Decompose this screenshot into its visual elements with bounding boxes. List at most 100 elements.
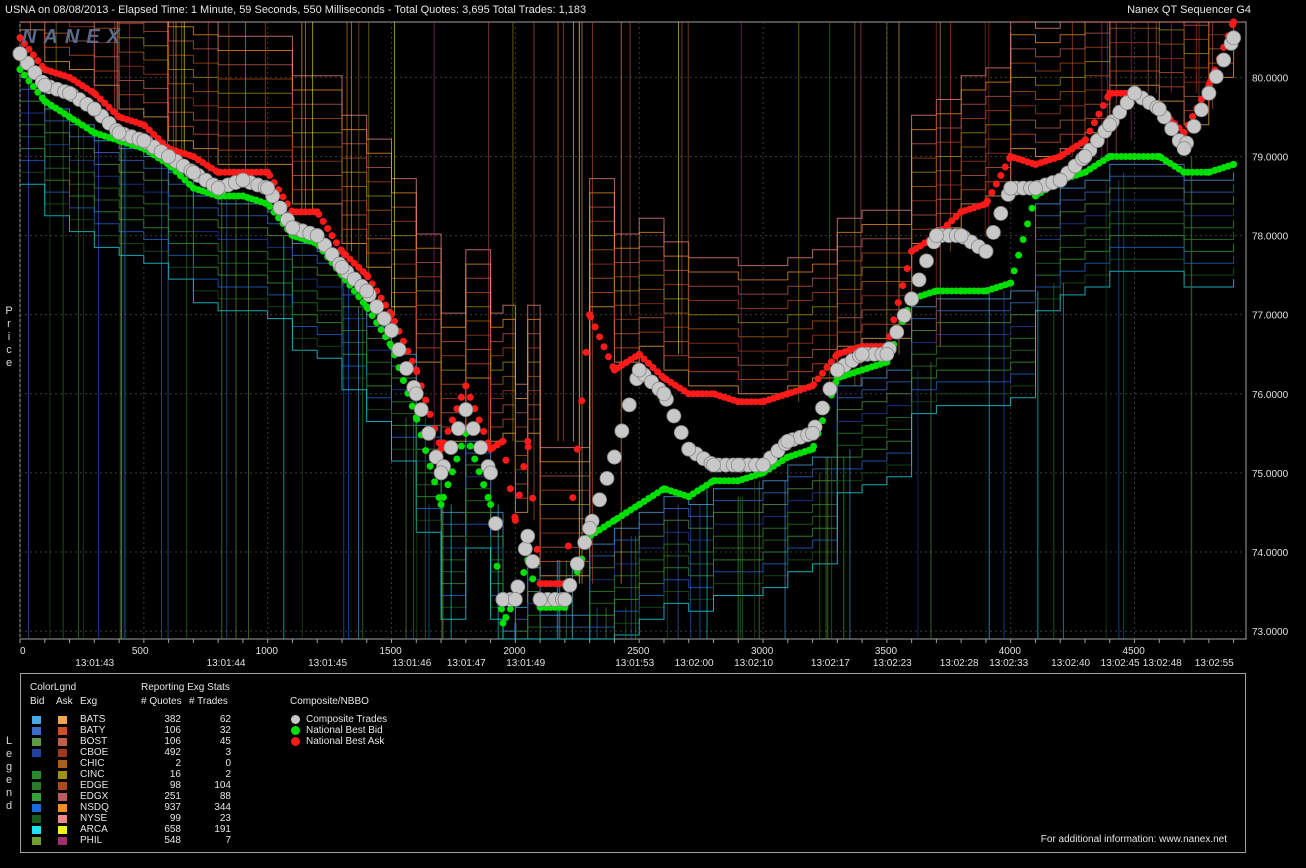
nanex-logo: NANEX (22, 26, 128, 48)
bid-point (809, 445, 817, 453)
series-marker (919, 253, 934, 269)
ask-point (90, 89, 98, 97)
series-marker (369, 299, 385, 315)
series-marker (578, 397, 586, 405)
bid-point (610, 516, 618, 524)
y-tick-label: 74.0000 (1252, 548, 1289, 559)
time-label: 13:02:23 (873, 658, 912, 669)
bid-point (66, 113, 74, 121)
trades-count: 23 (219, 813, 231, 824)
trade-point (730, 457, 746, 473)
exchange-name: BOST (80, 736, 108, 747)
trade-point (495, 592, 511, 607)
time-label: 13:02:33 (989, 658, 1028, 669)
bid-point (1230, 160, 1238, 168)
series-marker (328, 232, 336, 240)
ask-point (1081, 137, 1089, 145)
x-tick-label: 500 (132, 646, 149, 657)
exg-header: Exg (80, 696, 98, 707)
trade-point (532, 592, 548, 607)
series-marker (333, 239, 341, 247)
series-marker (431, 478, 439, 486)
quotes-count: 2 (175, 758, 181, 769)
ask-point (610, 366, 618, 374)
time-label: 13:01:43 (75, 658, 114, 669)
y-tick-label: 73.0000 (1252, 627, 1289, 638)
trade-point (879, 346, 895, 362)
bid-swatch (32, 815, 41, 823)
bid-point (660, 485, 668, 493)
series-marker (529, 575, 537, 583)
bid-point (41, 97, 49, 105)
trade-point (185, 164, 201, 180)
ask-point (264, 168, 272, 176)
series-marker (440, 493, 448, 501)
trade-point (780, 433, 796, 449)
series-marker (480, 427, 488, 435)
bid-swatch (32, 793, 41, 801)
series-marker (823, 364, 831, 372)
trade-point (557, 592, 573, 607)
quotes-count: 251 (164, 791, 181, 802)
series-marker (493, 562, 501, 570)
trades-count: 3 (225, 747, 231, 758)
bid-swatch (32, 727, 41, 735)
price-chart: 73.0000 74.0000 75.0000 76.0000 77.0000 78.00… (12, 18, 1289, 669)
series-marker (466, 442, 474, 450)
series-marker (890, 316, 898, 324)
series-marker (997, 171, 1005, 179)
quotes-count: 382 (164, 714, 181, 725)
trade-point (656, 386, 672, 402)
trade-point (929, 228, 944, 243)
ask-point (1007, 152, 1015, 160)
series-marker (1024, 220, 1032, 228)
series-marker (426, 462, 434, 470)
series-marker (1010, 267, 1018, 275)
series-marker (502, 456, 510, 464)
ask-point (908, 247, 916, 255)
trades-count: 0 (225, 758, 231, 769)
series-marker (484, 493, 492, 501)
series-marker (894, 299, 902, 307)
ask-swatch (58, 771, 67, 779)
trade-point (755, 457, 771, 473)
bid-swatch (32, 738, 41, 746)
trade-point (384, 323, 399, 338)
bid-point (1081, 168, 1089, 176)
trade-point (1052, 172, 1068, 188)
bid-point (982, 287, 990, 295)
series-marker (896, 308, 912, 323)
series-marker (20, 71, 28, 79)
ask-point (487, 445, 495, 453)
series-marker (473, 440, 489, 455)
series-marker (515, 491, 523, 499)
series-marker (457, 393, 465, 401)
trades-count: 88 (219, 791, 231, 802)
trade-point (359, 283, 375, 299)
trades-count: 45 (219, 736, 231, 747)
ask-swatch (58, 826, 67, 834)
series-marker (1001, 163, 1009, 171)
ask-point (957, 208, 965, 216)
trade-point (458, 402, 474, 418)
bid-swatch (32, 771, 41, 779)
trade-point (1102, 117, 1118, 133)
trade-point (1176, 141, 1192, 156)
ask-swatch (58, 716, 67, 724)
legend-side-label: Legend (5, 735, 13, 812)
series-marker (1216, 52, 1232, 68)
series-marker (457, 442, 465, 450)
series-marker (319, 217, 327, 225)
footer-link[interactable]: For additional information: www.nanex.ne… (1041, 834, 1227, 845)
bid-point (239, 192, 247, 200)
series-marker (398, 361, 414, 376)
series-marker (443, 440, 459, 455)
quotes-count: 106 (164, 736, 181, 747)
ask-point (759, 398, 767, 406)
ask-point (809, 382, 817, 390)
bid-swatch (32, 837, 41, 845)
y-tick-label: 78.0000 (1252, 232, 1289, 243)
bid-swatch (32, 804, 41, 812)
time-label: 13:01:46 (392, 658, 431, 669)
series-marker (822, 381, 838, 397)
